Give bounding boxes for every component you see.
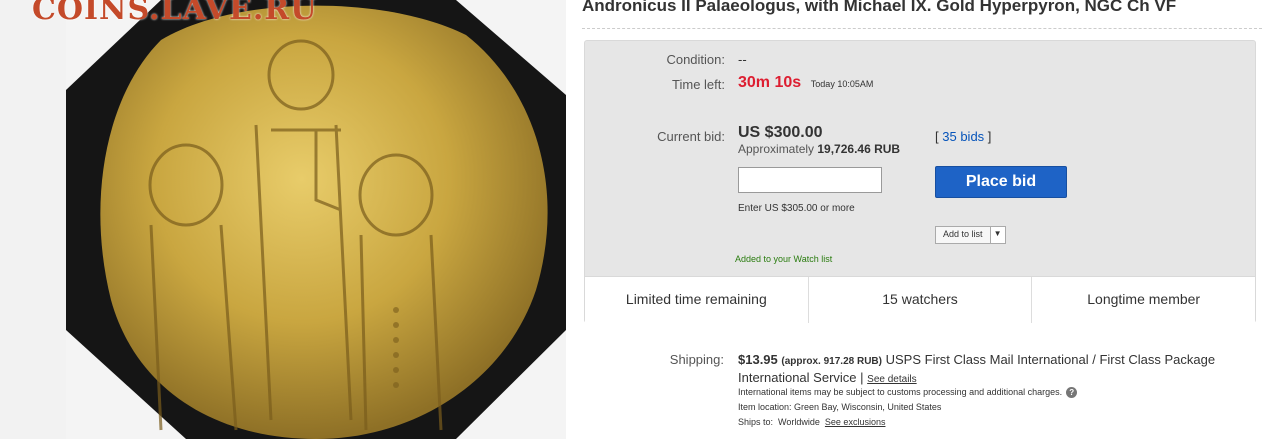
place-bid-button[interactable]: Place bid <box>935 166 1067 198</box>
bid-amount-input[interactable] <box>738 167 882 193</box>
shipping-separator: | <box>860 370 864 385</box>
customs-note-text: International items may be subject to cu… <box>738 387 1063 397</box>
customs-note: International items may be subject to cu… <box>738 387 1078 399</box>
title-divider <box>582 28 1262 29</box>
stat-longtime-member: Longtime member <box>1087 291 1201 307</box>
add-to-list-dropdown[interactable]: Add to list ▼ <box>935 226 1006 244</box>
see-details-link[interactable]: See details <box>867 374 916 385</box>
stat-watchers: 15 watchers <box>809 277 1033 323</box>
ships-to: Ships to: Worldwide See exclusions <box>738 417 885 427</box>
ships-to-label: Ships to: <box>738 417 774 427</box>
condition-label: Condition: <box>666 52 725 67</box>
watch-list-message: Added to your Watch list <box>735 254 833 264</box>
bid-count: [ 35 bids ] <box>935 129 991 144</box>
time-left-value: 30m 10s <box>738 74 802 91</box>
shipping-price: $13.95 <box>738 352 778 367</box>
shipping-approx: (approx. 917.28 RUB) <box>781 356 882 367</box>
approx-value: 19,726.46 RUB <box>817 142 901 156</box>
current-bid: US $300.00 Approximately 19,726.46 RUB <box>738 124 900 156</box>
listing-panel: Andronicus II Palaeologus, with Michael … <box>566 0 1266 439</box>
coin-photo[interactable] <box>66 0 566 439</box>
add-to-list-label[interactable]: Add to list <box>936 227 991 243</box>
approx-prefix: Approximately <box>738 142 815 156</box>
bids-open-bracket: [ <box>935 129 939 144</box>
coin-image <box>66 0 566 439</box>
time-left-end: Today 10:05AM <box>810 79 874 89</box>
shipping-details: $13.95 (approx. 917.28 RUB) USPS First C… <box>738 352 1258 388</box>
time-left: 30m 10s Today 10:05AM <box>738 74 873 92</box>
see-exclusions-link[interactable]: See exclusions <box>825 417 886 427</box>
time-left-label: Time left: <box>672 77 725 92</box>
current-bid-label: Current bid: <box>657 129 725 144</box>
chevron-down-icon[interactable]: ▼ <box>990 227 1005 243</box>
enter-bid-hint: Enter US $305.00 or more <box>738 203 855 214</box>
current-bid-value: US $300.00 <box>738 124 823 141</box>
bid-box: Condition: -- Time left: 30m 10s Today 1… <box>584 40 1256 323</box>
listing-title: Andronicus II Palaeologus, with Michael … <box>582 0 1177 15</box>
stats-bar: Limited time remaining 15 watchers Longt… <box>585 276 1255 323</box>
stat-time-remaining: Limited time remaining <box>585 277 809 323</box>
condition-value: -- <box>738 52 747 67</box>
shipping-label: Shipping: <box>669 352 724 367</box>
watermark-logo: COINS.LAVE.RU <box>32 0 318 27</box>
bids-close-bracket: ] <box>987 129 992 144</box>
ships-to-value: Worldwide <box>778 417 820 427</box>
current-bid-approx: Approximately 19,726.46 RUB <box>738 142 900 156</box>
bids-link[interactable]: 35 bids <box>942 129 984 144</box>
left-gutter <box>0 0 66 439</box>
item-location: Item location: Green Bay, Wisconsin, Uni… <box>738 402 942 412</box>
help-icon[interactable]: ? <box>1066 387 1078 399</box>
